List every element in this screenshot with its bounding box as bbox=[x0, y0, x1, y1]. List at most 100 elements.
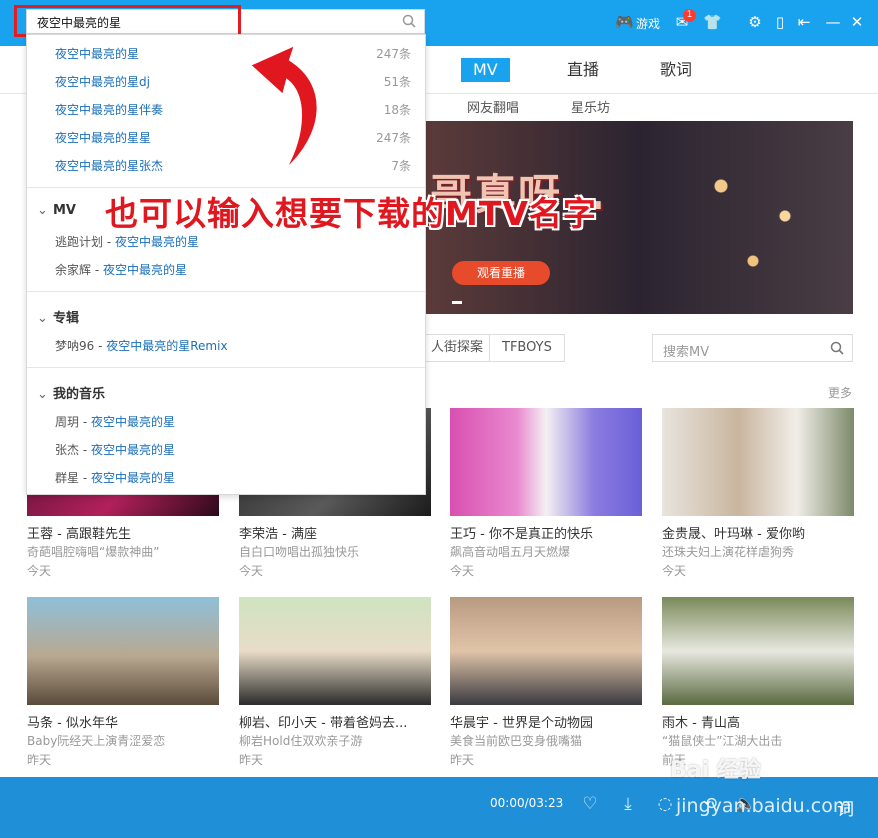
watermark-logo: Bai 经验 bbox=[670, 758, 761, 783]
games-link[interactable]: 游戏 bbox=[636, 15, 660, 37]
tab-mv[interactable]: MV bbox=[461, 58, 510, 82]
minimize-icon[interactable]: — bbox=[824, 13, 842, 31]
mobile-icon[interactable]: ▯ bbox=[771, 13, 789, 31]
mv-date: 今天 bbox=[662, 564, 687, 578]
suggestion-text: 夜空中最亮的星 bbox=[55, 47, 140, 61]
mv-desc: Baby阮经天上演青涩爱恋 bbox=[27, 734, 166, 748]
annotation-arrow-icon bbox=[248, 43, 319, 170]
subtab-covers[interactable]: 网友翻唱 bbox=[467, 97, 519, 116]
suggestion-suffix: 伴奏 bbox=[139, 103, 164, 117]
mv-desc: 奇葩唱腔嗨唱“爆款神曲” bbox=[27, 545, 160, 559]
mv-desc: 美食当前欧巴变身俄嘴猫 bbox=[450, 734, 583, 748]
result-item[interactable]: 周玥 - 夜空中最亮的星 bbox=[55, 413, 175, 430]
suggestion-suffix: 张杰 bbox=[139, 159, 164, 173]
mv-title[interactable]: 柳岩、印小天 - 带着爸妈去... bbox=[239, 712, 407, 731]
skin-icon[interactable]: 👕 bbox=[703, 13, 722, 31]
tab-lyrics[interactable]: 歌词 bbox=[660, 58, 692, 82]
search-suggestions: 夜空中最亮的星 247条 夜空中最亮的星dj 51条 夜空中最亮的星伴奏 18条… bbox=[26, 34, 426, 495]
mv-thumbnail[interactable] bbox=[450, 408, 642, 516]
suggestion-text: 夜空中最亮的星 bbox=[55, 131, 140, 145]
tab-live[interactable]: 直播 bbox=[567, 58, 599, 82]
divider bbox=[27, 367, 425, 368]
mv-title[interactable]: 华晨宇 - 世界是个动物园 bbox=[450, 712, 593, 731]
suggestion-text: 夜空中最亮的星 bbox=[55, 159, 140, 173]
heart-icon[interactable]: ♡ bbox=[580, 794, 600, 814]
mv-thumbnail[interactable] bbox=[450, 597, 642, 705]
mv-date: 今天 bbox=[239, 564, 264, 578]
mv-thumbnail[interactable] bbox=[239, 597, 431, 705]
section-title: MV bbox=[53, 203, 76, 218]
mail-badge: 1 bbox=[683, 9, 696, 22]
highlight-frame bbox=[14, 5, 241, 37]
annotation-caption: 也可以输入想要下载的MTV名字 bbox=[105, 194, 597, 233]
more-link[interactable]: 更多 bbox=[828, 384, 852, 401]
mv-title[interactable]: 马条 - 似水年华 bbox=[27, 712, 118, 731]
mv-desc: 自白口吻唱出孤独快乐 bbox=[239, 545, 360, 559]
suggestion-item[interactable]: 夜空中最亮的星dj bbox=[55, 73, 150, 90]
mv-title[interactable]: 李荣浩 - 满座 bbox=[239, 523, 317, 542]
mv-desc: “猫鼠侠士”江湖大出击 bbox=[662, 734, 783, 748]
subtab-star-club[interactable]: 星乐坊 bbox=[571, 97, 610, 116]
mv-thumbnail[interactable] bbox=[662, 597, 854, 705]
filter-tag[interactable]: 人街探案 bbox=[418, 334, 497, 362]
suggestion-count: 18条 bbox=[383, 103, 411, 117]
result-song: 夜空中最亮的星 bbox=[102, 263, 187, 277]
playback-time: 00:00/03:23 bbox=[490, 796, 564, 810]
mv-date: 昨天 bbox=[239, 753, 264, 767]
result-artist: 逃跑计划 - bbox=[55, 235, 115, 249]
mini-mode-icon[interactable]: ⇤ bbox=[795, 13, 813, 31]
section-title: 我的音乐 bbox=[53, 387, 106, 402]
result-item[interactable]: 梦呐96 - 夜空中最亮的星Remix bbox=[55, 337, 228, 354]
close-icon[interactable]: ✕ bbox=[848, 13, 866, 31]
result-artist: 张杰 - bbox=[55, 443, 91, 457]
watch-replay-button[interactable]: 观看重播 bbox=[452, 261, 550, 285]
mv-search-input[interactable]: 搜索MV bbox=[652, 334, 853, 362]
suggestion-text: 夜空中最亮的星 bbox=[55, 103, 140, 117]
mv-date: 昨天 bbox=[450, 753, 475, 767]
download-icon[interactable]: ⤓ bbox=[618, 794, 638, 814]
result-item[interactable]: 张杰 - 夜空中最亮的星 bbox=[55, 441, 175, 458]
result-item[interactable]: 逃跑计划 - 夜空中最亮的星 bbox=[55, 233, 199, 250]
suggestion-item[interactable]: 夜空中最亮的星星 bbox=[55, 129, 151, 146]
result-artist: 余家辉 - bbox=[55, 263, 103, 277]
section-mv[interactable]: ⌄ MV bbox=[37, 203, 76, 218]
suggestion-suffix: 星 bbox=[139, 131, 152, 145]
result-song: 夜空中最亮的星 bbox=[106, 339, 191, 353]
suggestion-item[interactable]: 夜空中最亮的星伴奏 bbox=[55, 101, 163, 118]
result-item[interactable]: 群星 - 夜空中最亮的星 bbox=[55, 469, 175, 486]
watermark-url: jingyan.baidu.com bbox=[676, 795, 852, 817]
result-artist: 梦呐96 - bbox=[55, 339, 107, 353]
gear-icon[interactable]: ⚙ bbox=[746, 13, 764, 31]
mv-thumbnail[interactable] bbox=[27, 597, 219, 705]
section-album[interactable]: ⌄ 专辑 bbox=[37, 307, 79, 326]
search-icon[interactable] bbox=[402, 14, 416, 28]
gamepad-icon[interactable]: 🎮 bbox=[615, 13, 634, 31]
suggestion-count: 247条 bbox=[376, 47, 411, 61]
carousel-indicator[interactable] bbox=[452, 301, 462, 304]
section-my-music[interactable]: ⌄ 我的音乐 bbox=[37, 383, 105, 402]
suggestion-suffix: dj bbox=[139, 75, 150, 89]
banner-lights bbox=[673, 141, 833, 291]
mv-desc: 柳岩Hold住双欢亲子游 bbox=[239, 734, 363, 748]
search-icon[interactable] bbox=[830, 341, 844, 355]
mv-title[interactable]: 王巧 - 你不是真正的快乐 bbox=[450, 523, 593, 542]
result-artist: 周玥 - bbox=[55, 415, 91, 429]
result-item[interactable]: 余家辉 - 夜空中最亮的星 bbox=[55, 261, 187, 278]
chevron-down-icon: ⌄ bbox=[37, 203, 48, 218]
mv-title[interactable]: 金贵晟、叶玛琳 - 爱你哟 bbox=[662, 523, 805, 542]
mv-search-placeholder: 搜索MV bbox=[663, 345, 710, 360]
filter-tag[interactable]: TFBOYS bbox=[489, 334, 565, 362]
suggestion-count: 247条 bbox=[376, 131, 411, 145]
share-icon[interactable]: ◌ bbox=[655, 794, 675, 814]
mv-thumbnail[interactable] bbox=[662, 408, 854, 516]
section-title: 专辑 bbox=[53, 311, 80, 326]
result-song: 夜空中最亮的星 bbox=[90, 443, 175, 457]
divider bbox=[27, 291, 425, 292]
mv-title[interactable]: 王蓉 - 高跟鞋先生 bbox=[27, 523, 131, 542]
result-song: 夜空中最亮的星 bbox=[114, 235, 199, 249]
mv-title[interactable]: 雨木 - 青山高 bbox=[662, 712, 740, 731]
result-song: 夜空中最亮的星 bbox=[90, 471, 175, 485]
suggestion-item[interactable]: 夜空中最亮的星 bbox=[55, 45, 139, 62]
result-artist: 群星 - bbox=[55, 471, 91, 485]
suggestion-item[interactable]: 夜空中最亮的星张杰 bbox=[55, 157, 163, 174]
